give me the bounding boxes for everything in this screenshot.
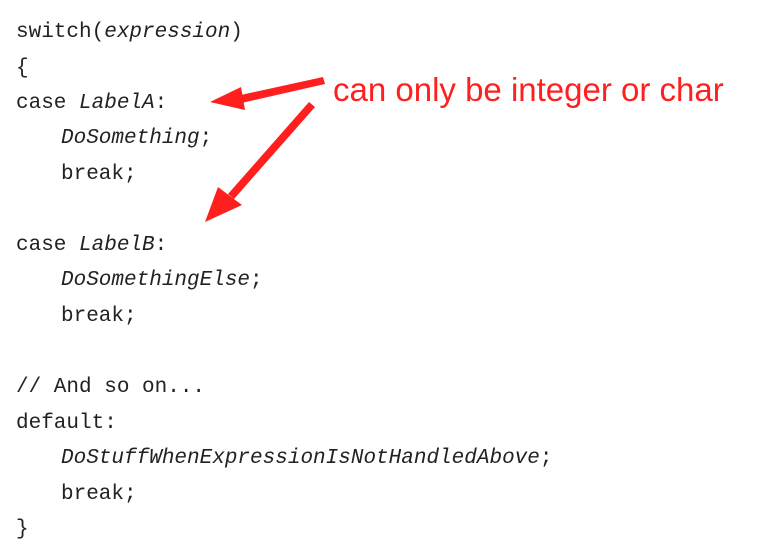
case-a-colon: :: [154, 92, 168, 115]
open-brace: {: [16, 57, 29, 80]
close-brace: }: [16, 518, 29, 541]
code-line-open-brace: {: [16, 54, 29, 84]
code-line-case-a: case LabelA:: [16, 89, 167, 119]
case-b-semicolon: ;: [250, 269, 263, 292]
default-keyword: default:: [16, 412, 117, 435]
code-line-switch: switch(expression): [16, 18, 243, 48]
case-a-label: LabelA: [79, 92, 155, 115]
arrow-to-label-a-icon: [210, 77, 325, 110]
code-comment: // And so on...: [16, 376, 206, 399]
case-a-body: DoSomething: [61, 127, 200, 150]
code-line-default-body: DoStuffWhenExpressionIsNotHandledAbove;: [61, 444, 553, 474]
code-line-close-brace: }: [16, 515, 29, 545]
default-semicolon: ;: [539, 447, 553, 470]
case-b-break: break;: [61, 305, 137, 328]
code-line-default-break: break;: [61, 480, 137, 510]
case-b-keyword: case: [16, 234, 80, 257]
case-b-body: DoSomethingElse: [61, 269, 251, 292]
switch-close-paren: ): [230, 21, 243, 44]
case-a-keyword: case: [16, 92, 80, 115]
case-b-label: LabelB: [79, 234, 155, 257]
code-line-case-b-break: break;: [61, 302, 137, 332]
code-line-default: default:: [16, 409, 117, 439]
annotation-text: can only be integer or char: [333, 71, 724, 108]
case-a-semicolon: ;: [199, 127, 213, 150]
case-b-colon: :: [154, 234, 168, 257]
code-line-case-a-body: DoSomething;: [61, 124, 212, 154]
default-body: DoStuffWhenExpressionIsNotHandledAbove: [61, 447, 540, 470]
default-break: break;: [61, 483, 137, 506]
arrow-to-label-b-icon: [205, 102, 315, 222]
code-line-case-b: case LabelB:: [16, 231, 167, 261]
code-block: switch(expression) { case LabelA: DoSome…: [16, 0, 553, 541]
switch-expression: expression: [104, 21, 231, 44]
code-line-case-a-break: break;: [61, 160, 137, 190]
code-line-comment: // And so on...: [16, 373, 205, 403]
code-line-case-b-body: DoSomethingElse;: [61, 266, 263, 296]
case-a-break: break;: [61, 163, 137, 186]
switch-keyword: switch(: [16, 21, 105, 44]
